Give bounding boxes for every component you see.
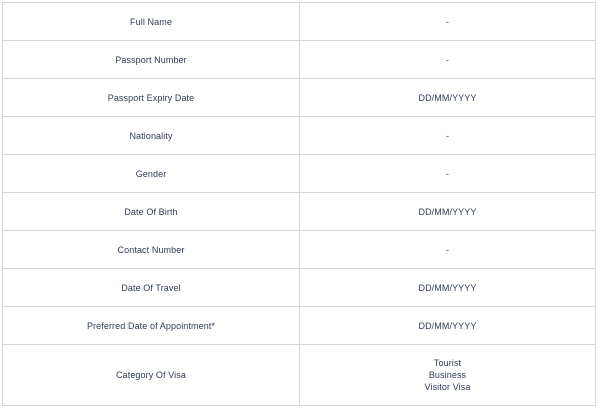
contact-number-label: Contact Number	[2, 230, 300, 269]
row-contact-number: Contact Number -	[2, 230, 596, 269]
contact-number-value[interactable]: -	[299, 230, 596, 269]
full-name-value[interactable]: -	[299, 2, 596, 41]
date-of-birth-value[interactable]: DD/MM/YYYY	[299, 192, 596, 231]
row-preferred-date-of-appointment: Preferred Date of Appointment* DD/MM/YYY…	[2, 306, 596, 345]
row-date-of-travel: Date Of Travel DD/MM/YYYY	[2, 268, 596, 307]
row-gender: Gender -	[2, 154, 596, 193]
passport-expiry-date-value[interactable]: DD/MM/YYYY	[299, 78, 596, 117]
row-full-name: Full Name -	[2, 2, 596, 41]
full-name-label: Full Name	[2, 2, 300, 41]
row-passport-number: Passport Number -	[2, 40, 596, 79]
passport-number-label: Passport Number	[2, 40, 300, 79]
nationality-label: Nationality	[2, 116, 300, 155]
passport-number-value[interactable]: -	[299, 40, 596, 79]
preferred-date-of-appointment-value[interactable]: DD/MM/YYYY	[299, 306, 596, 345]
applicant-details-table: Full Name - Passport Number - Passport E…	[2, 2, 596, 406]
row-date-of-birth: Date Of Birth DD/MM/YYYY	[2, 192, 596, 231]
visa-options-list: Tourist Business Visitor Visa	[306, 358, 589, 393]
gender-value[interactable]: -	[299, 154, 596, 193]
date-of-travel-value[interactable]: DD/MM/YYYY	[299, 268, 596, 307]
date-of-travel-label: Date Of Travel	[2, 268, 300, 307]
passport-expiry-date-label: Passport Expiry Date	[2, 78, 300, 117]
category-of-visa-options: Tourist Business Visitor Visa	[299, 344, 596, 406]
preferred-date-of-appointment-label: Preferred Date of Appointment*	[2, 306, 300, 345]
row-passport-expiry-date: Passport Expiry Date DD/MM/YYYY	[2, 78, 596, 117]
date-of-birth-label: Date Of Birth	[2, 192, 300, 231]
row-nationality: Nationality -	[2, 116, 596, 155]
visa-option-visitor-visa[interactable]: Visitor Visa	[425, 382, 471, 393]
category-of-visa-label: Category Of Visa	[2, 344, 300, 406]
gender-label: Gender	[2, 154, 300, 193]
visa-option-business[interactable]: Business	[429, 370, 466, 381]
visa-option-tourist[interactable]: Tourist	[434, 358, 461, 369]
row-category-of-visa: Category Of Visa Tourist Business Visito…	[2, 344, 596, 406]
nationality-value[interactable]: -	[299, 116, 596, 155]
